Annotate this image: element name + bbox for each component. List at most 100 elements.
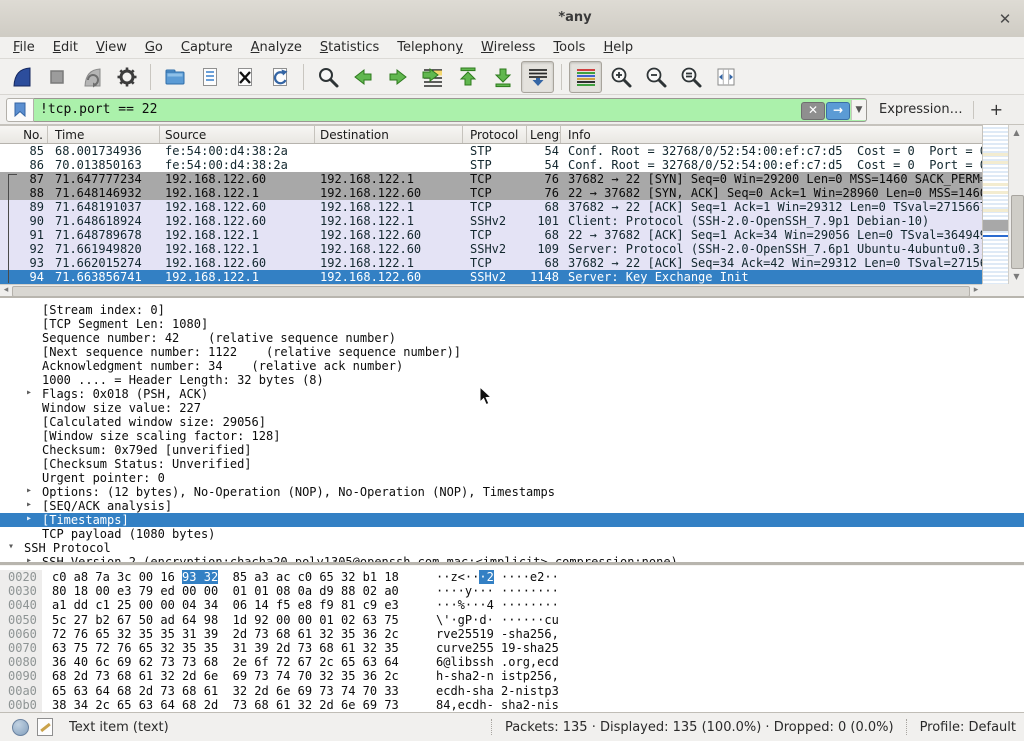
filter-bookmark-button[interactable] <box>6 98 34 122</box>
hex-row[interactable]: 0040a1 dd c1 25 00 00 04 34 06 14 f5 e8 … <box>0 598 1024 612</box>
expander-icon[interactable]: ▸ <box>26 513 32 524</box>
save-file-button[interactable] <box>193 61 226 93</box>
filter-clear-icon[interactable]: ✕ <box>801 102 825 120</box>
close-icon[interactable]: ✕ <box>994 8 1016 30</box>
start-capture-button[interactable] <box>5 61 38 93</box>
open-file-button[interactable] <box>158 61 191 93</box>
detail-line[interactable]: [Stream index: 0] <box>0 303 1024 317</box>
add-filter-button[interactable]: + <box>984 100 1009 119</box>
col-header-destination[interactable]: Destination <box>315 126 463 143</box>
packet-row-89[interactable]: 8971.648191037192.168.122.60192.168.122.… <box>0 200 982 214</box>
packet-row-85[interactable]: 8568.001734936fe:54:00:d4:38:2aSTP54Conf… <box>0 144 982 158</box>
capture-options-button[interactable] <box>110 61 143 93</box>
col-header-info[interactable]: Info <box>561 126 1024 143</box>
detail-line[interactable]: [Checksum Status: Unverified] <box>0 457 1024 471</box>
scroll-right-icon[interactable]: ▸ <box>970 285 982 296</box>
hex-row[interactable]: 006072 76 65 32 35 35 31 39 2d 73 68 61 … <box>0 627 1024 641</box>
zoom-in-button[interactable] <box>604 61 637 93</box>
packet-row-87[interactable]: 8771.647777234192.168.122.60192.168.122.… <box>0 172 982 186</box>
hex-row[interactable]: 00b038 34 2c 65 63 64 68 2d 73 68 61 32 … <box>0 698 1024 712</box>
detail-line[interactable]: Acknowledgment number: 34 (relative ack … <box>0 359 1024 373</box>
menu-edit[interactable]: Edit <box>44 38 87 57</box>
packet-row-92[interactable]: 9271.661949820192.168.122.1192.168.122.6… <box>0 242 982 256</box>
menu-tools[interactable]: Tools <box>544 38 594 57</box>
intelligent-scrollbar-minimap[interactable] <box>982 125 1008 284</box>
packet-row-88[interactable]: 8871.648146932192.168.122.1192.168.122.6… <box>0 186 982 200</box>
resize-columns-button[interactable] <box>709 61 742 93</box>
find-packet-button[interactable] <box>311 61 344 93</box>
packet-row-90[interactable]: 9071.648618924192.168.122.60192.168.122.… <box>0 214 982 228</box>
expander-icon[interactable]: ▸ <box>26 485 32 496</box>
detail-line-ssh-protocol[interactable]: ▾SSH Protocol <box>0 541 1024 555</box>
scroll-up-icon[interactable]: ▲ <box>1009 126 1024 139</box>
detail-line[interactable]: [Next sequence number: 1122 (relative se… <box>0 345 1024 359</box>
hex-row[interactable]: 009068 2d 73 68 61 32 2d 6e 69 73 74 70 … <box>0 669 1024 683</box>
detail-line[interactable]: [Window size scaling factor: 128] <box>0 429 1024 443</box>
menu-wireless[interactable]: Wireless <box>472 38 544 57</box>
menu-analyze[interactable]: Analyze <box>242 38 311 57</box>
menu-view[interactable]: View <box>87 38 136 57</box>
expander-icon[interactable]: ▸ <box>26 499 32 510</box>
col-header-protocol[interactable]: Protocol <box>463 126 527 143</box>
go-last-packet-button[interactable] <box>486 61 519 93</box>
expander-icon[interactable]: ▾ <box>8 541 14 552</box>
go-first-packet-button[interactable] <box>451 61 484 93</box>
packet-row-94-selected[interactable]: 9471.663856741192.168.122.1192.168.122.6… <box>0 270 982 284</box>
menu-file[interactable]: File <box>4 38 44 57</box>
hex-row[interactable]: 007063 75 72 76 65 32 35 35 31 39 2d 73 … <box>0 641 1024 655</box>
capture-comment-icon[interactable] <box>37 718 53 736</box>
col-header-source[interactable]: Source <box>160 126 315 143</box>
menu-statistics[interactable]: Statistics <box>311 38 388 57</box>
detail-line[interactable]: Urgent pointer: 0 <box>0 471 1024 485</box>
menu-capture[interactable]: Capture <box>172 38 242 57</box>
col-header-length[interactable]: Length <box>527 126 561 143</box>
restart-capture-button[interactable] <box>75 61 108 93</box>
vscroll-thumb[interactable] <box>1011 195 1024 269</box>
go-back-button[interactable] <box>346 61 379 93</box>
detail-line[interactable]: [TCP Segment Len: 1080] <box>0 317 1024 331</box>
expression-button[interactable]: Expression… <box>879 102 963 117</box>
packet-row-86[interactable]: 8670.013850163fe:54:00:d4:38:2aSTP54Conf… <box>0 158 982 172</box>
scroll-left-icon[interactable]: ◂ <box>0 285 12 296</box>
filter-apply-icon[interactable]: → <box>826 102 850 120</box>
display-filter-input[interactable]: !tcp.port == 22 <box>34 99 801 121</box>
detail-line[interactable]: Checksum: 0x79ed [unverified] <box>0 443 1024 457</box>
detail-line[interactable]: 1000 .... = Header Length: 32 bytes (8) <box>0 373 1024 387</box>
col-header-time[interactable]: Time <box>48 126 160 143</box>
zoom-out-button[interactable] <box>639 61 672 93</box>
scroll-down-icon[interactable]: ▼ <box>1009 270 1024 283</box>
expander-icon[interactable]: ▸ <box>26 387 32 398</box>
hex-row[interactable]: 0020c0 a8 7a 3c 00 16 93 32 85 a3 ac c0 … <box>0 570 1024 584</box>
detail-line-options[interactable]: ▸Options: (12 bytes), No-Operation (NOP)… <box>0 485 1024 499</box>
detail-line[interactable]: Sequence number: 42 (relative sequence n… <box>0 331 1024 345</box>
menu-help[interactable]: Help <box>594 38 642 57</box>
packet-row-91[interactable]: 9171.648789678192.168.122.1192.168.122.6… <box>0 228 982 242</box>
go-to-packet-button[interactable] <box>416 61 449 93</box>
close-file-button[interactable] <box>228 61 261 93</box>
menu-go[interactable]: Go <box>136 38 172 57</box>
go-forward-button[interactable] <box>381 61 414 93</box>
profile-button[interactable]: Profile: Default <box>920 720 1016 735</box>
detail-line[interactable]: [Calculated window size: 29056] <box>0 415 1024 429</box>
hex-row[interactable]: 00505c 27 b2 67 50 ad 64 98 1d 92 00 00 … <box>0 613 1024 627</box>
detail-line-flags[interactable]: ▸Flags: 0x018 (PSH, ACK) <box>0 387 1024 401</box>
expander-icon[interactable]: ▸ <box>26 555 32 562</box>
packet-list-hscrollbar[interactable]: ◂ ▸ <box>0 284 982 296</box>
filter-dropdown-icon[interactable]: ▼ <box>851 100 866 120</box>
col-header-no[interactable]: No. <box>0 126 48 143</box>
zoom-reset-button[interactable] <box>674 61 707 93</box>
detail-line-timestamps-selected[interactable]: ▸[Timestamps] <box>0 513 1024 527</box>
reload-file-button[interactable] <box>263 61 296 93</box>
colorize-toggle[interactable] <box>569 61 602 93</box>
expert-info-icon[interactable] <box>12 719 29 736</box>
menu-telephony[interactable]: Telephony <box>388 38 472 57</box>
auto-scroll-toggle[interactable] <box>521 61 554 93</box>
hex-row[interactable]: 008036 40 6c 69 62 73 73 68 2e 6f 72 67 … <box>0 655 1024 669</box>
detail-line[interactable]: Window size value: 227 <box>0 401 1024 415</box>
hex-row[interactable]: 003080 18 00 e3 79 ed 00 00 01 01 08 0a … <box>0 584 1024 598</box>
packet-row-93[interactable]: 9371.662015274192.168.122.60192.168.122.… <box>0 256 982 270</box>
packet-list-vscrollbar[interactable]: ▲ ▼ <box>1008 125 1024 284</box>
detail-line-seq-ack[interactable]: ▸[SEQ/ACK analysis] <box>0 499 1024 513</box>
stop-capture-button[interactable] <box>40 61 73 93</box>
hex-row[interactable]: 00a065 63 64 68 2d 73 68 61 32 2d 6e 69 … <box>0 684 1024 698</box>
